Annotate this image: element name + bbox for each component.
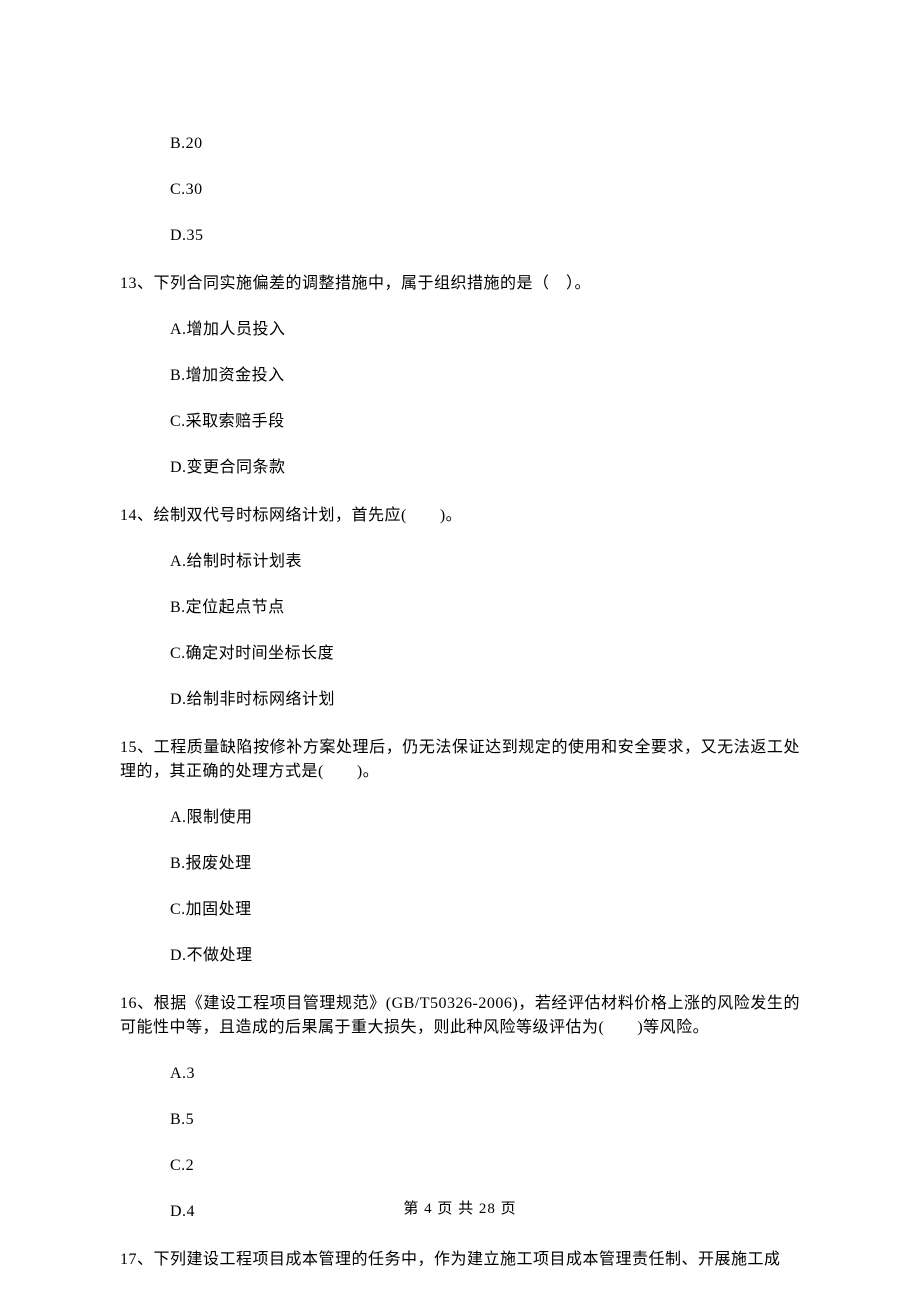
option-text: D.给制非时标网络计划 [170,688,800,712]
question-stem: 17、下列建设工程项目成本管理的任务中，作为建立施工项目成本管理责任制、开展施工… [120,1248,800,1272]
option-text: A.3 [170,1062,800,1086]
question-stem: 13、下列合同实施偏差的调整措施中，属于组织措施的是（ ）。 [120,272,800,296]
option-text: B.20 [170,132,800,156]
option-text: B.5 [170,1108,800,1132]
option-text: A.给制时标计划表 [170,550,800,574]
option-text: A.增加人员投入 [170,318,800,342]
option-text: C.加固处理 [170,898,800,922]
option-text: C.确定对时间坐标长度 [170,642,800,666]
option-text: B.定位起点节点 [170,596,800,620]
page-footer: 第 4 页 共 28 页 [0,1198,920,1221]
option-text: C.采取索赔手段 [170,410,800,434]
option-text: B.报废处理 [170,852,800,876]
option-text: C.30 [170,178,800,202]
page-content: B.20 C.30 D.35 13、下列合同实施偏差的调整措施中，属于组织措施的… [120,110,800,1290]
question-stem: 16、根据《建设工程项目管理规范》(GB/T50326-2006)，若经评估材料… [120,992,800,1040]
option-text: D.35 [170,224,800,248]
question-stem: 15、工程质量缺陷按修补方案处理后，仍无法保证达到规定的使用和安全要求，又无法返… [120,736,800,784]
option-text: D.变更合同条款 [170,456,800,480]
option-text: C.2 [170,1154,800,1178]
option-text: D.不做处理 [170,944,800,968]
question-stem: 14、绘制双代号时标网络计划，首先应( )。 [120,504,800,528]
option-text: B.增加资金投入 [170,364,800,388]
option-text: A.限制使用 [170,806,800,830]
